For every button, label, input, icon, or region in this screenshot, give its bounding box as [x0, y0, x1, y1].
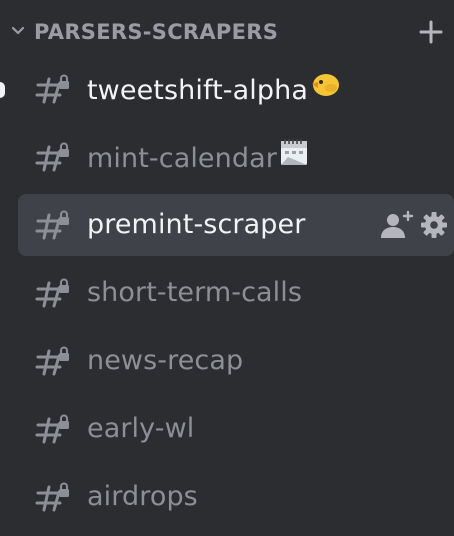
channel-name: premint-scraper [87, 209, 306, 240]
channel-airdrops[interactable]: airdrops [18, 466, 454, 528]
category-label: PARSERS-SCRAPERS [34, 20, 279, 44]
channel-premint-scraper[interactable]: premint-scraper [18, 194, 454, 256]
channel-short-term-calls[interactable]: short-term-calls [18, 262, 454, 324]
channel-mint-calendar[interactable]: mint-calendar [18, 126, 454, 188]
channel-name: airdrops [87, 481, 198, 512]
chevron-down-icon[interactable] [9, 22, 27, 40]
channel-name: news-recap [87, 345, 244, 376]
channel-name: short-term-calls [87, 277, 303, 308]
category-header[interactable]: PARSERS-SCRAPERS [0, 0, 454, 64]
spiral-calendar-emoji-icon [278, 137, 310, 176]
locked-hash-icon [35, 482, 69, 512]
locked-hash-icon [35, 278, 69, 308]
unread-indicator [0, 82, 5, 98]
locked-hash-icon [35, 210, 69, 240]
locked-hash-icon [35, 142, 69, 172]
chick-emoji-icon [309, 69, 341, 108]
channel-actions [380, 210, 450, 240]
plus-icon[interactable] [418, 19, 444, 45]
add-member-icon[interactable] [380, 210, 414, 240]
gear-icon[interactable] [420, 211, 448, 239]
channel-news-recap[interactable]: news-recap [18, 330, 454, 392]
locked-hash-icon [35, 74, 69, 104]
channel-name: early-wl [87, 413, 195, 444]
locked-hash-icon [35, 346, 69, 376]
channel-name: tweetshift-alpha [87, 72, 341, 111]
channel-tweetshift-alpha[interactable]: tweetshift-alpha [18, 58, 454, 120]
channel-early-wl[interactable]: early-wl [18, 398, 454, 460]
channel-name: mint-calendar [87, 137, 310, 179]
locked-hash-icon [35, 414, 69, 444]
